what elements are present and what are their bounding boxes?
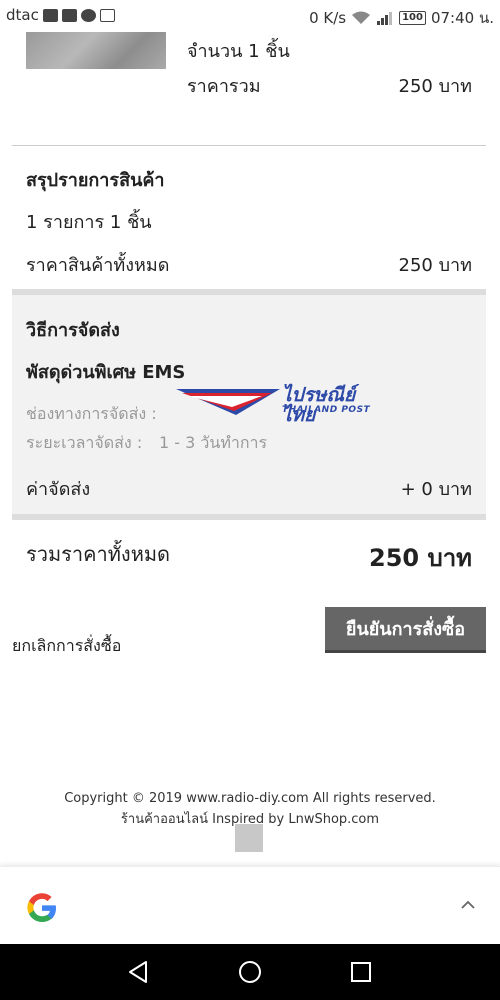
- divider: [12, 145, 486, 146]
- footer-copyright: Copyright © 2019 www.radio-diy.com All r…: [64, 791, 436, 806]
- carrier-label: dtac: [6, 6, 39, 24]
- logo-sub-text: THAILAND POST: [282, 405, 371, 415]
- grand-total-label: รวมราคาทั้งหมด: [26, 542, 171, 566]
- divider: [12, 514, 486, 520]
- home-icon[interactable]: [237, 959, 263, 985]
- back-icon[interactable]: [126, 959, 152, 985]
- network-speed: 0 K/s: [309, 9, 347, 27]
- shipping-fee-value: + 0 บาท: [400, 479, 472, 500]
- shipping-channel-label: ช่องทางการจัดส่ง :: [26, 404, 157, 423]
- product-total-value: 250 บาท: [398, 76, 472, 97]
- shipping-duration-value: 1 - 3 วันทำการ: [159, 433, 268, 452]
- shipping-heading: วิธีการจัดส่ง: [26, 320, 120, 341]
- signal-chart-icon: [42, 8, 58, 22]
- missed-call-icon: [99, 8, 115, 22]
- wifi-icon: [352, 11, 371, 24]
- thailand-post-logo: ไปรษณีย์ไทย THAILAND POST: [176, 385, 386, 425]
- mail-icon: [61, 8, 77, 22]
- summary-items-count: 1 รายการ 1 ชิ้น: [26, 212, 152, 233]
- summary-price-value: 250 บาท: [398, 255, 472, 276]
- cell-signal-icon: [377, 12, 393, 25]
- summary-heading: สรุปรายการสินค้า: [26, 170, 165, 191]
- shipping-duration-label: ระยะเวลาจัดส่ง :: [26, 433, 143, 452]
- google-icon[interactable]: [26, 892, 58, 924]
- android-nav-bar: [0, 944, 500, 1000]
- line-app-icon: [80, 8, 96, 22]
- product-total-label: ราคารวม: [187, 76, 261, 97]
- recent-apps-icon[interactable]: [348, 959, 374, 985]
- shipping-method: พัสดุด่วนพิเศษ EMS: [26, 362, 186, 383]
- battery-icon: 100: [399, 11, 426, 25]
- shipping-fee-label: ค่าจัดส่ง: [26, 479, 91, 500]
- confirm-order-button[interactable]: ยืนยันการสั่งซื้อ: [325, 607, 486, 653]
- product-thumbnail[interactable]: [26, 32, 166, 69]
- chevron-up-icon[interactable]: [460, 897, 476, 913]
- status-bar: dtac 0 K/s 100 07:40 น.: [0, 0, 500, 32]
- grand-total-value: 250 บาท: [369, 544, 472, 572]
- clock: 07:40 น.: [430, 9, 494, 27]
- summary-price-label: ราคาสินค้าทั้งหมด: [26, 255, 170, 276]
- google-search-bar[interactable]: [0, 866, 500, 944]
- footer-badge[interactable]: [235, 824, 263, 852]
- product-quantity: จำนวน 1 ชิ้น: [187, 41, 290, 62]
- cancel-order-link[interactable]: ยกเลิกการสั่งซื้อ: [12, 634, 121, 659]
